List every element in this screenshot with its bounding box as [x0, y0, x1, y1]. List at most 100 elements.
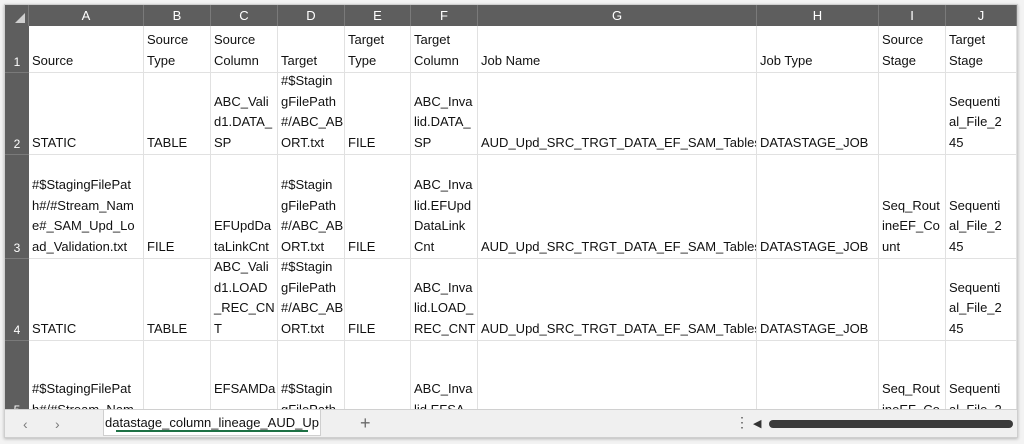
cell-text: FILE — [348, 237, 375, 258]
cell-c1[interactable]: Source Column — [211, 26, 278, 73]
cell-text: Seq_Rout ineEF_Co — [882, 379, 940, 409]
row-header-1[interactable]: 1 — [5, 26, 29, 73]
more-options-icon[interactable]: ⋮ — [735, 414, 749, 431]
sheet-tab-active[interactable]: datastage_column_lineage_AUD_Up — [103, 410, 321, 436]
cell-text: Target Column — [414, 30, 459, 71]
cell-h5[interactable] — [757, 341, 879, 409]
column-header-e[interactable]: E — [345, 5, 411, 26]
cell-line: 45 — [949, 238, 964, 254]
row-header-5[interactable]: 5 — [5, 341, 29, 409]
column-header-g[interactable]: G — [478, 5, 757, 26]
select-all-corner[interactable] — [5, 5, 29, 26]
cell-line: AUD_Upd_SRC_TRGT_DATA_EF_SAM_Tables — [481, 320, 757, 336]
column-header-h[interactable]: H — [757, 5, 879, 26]
scroll-left-icon[interactable]: ◀ — [753, 417, 761, 430]
cell-f1[interactable]: Target Column — [411, 26, 478, 73]
cell-a5[interactable]: #$StagingFilePath#/#Stream_Name#_SAM_Upd… — [29, 341, 144, 409]
cell-f2[interactable]: ABC_Inva lid.DATA_ SP — [411, 73, 478, 155]
cell-h1[interactable]: Job Type — [757, 26, 879, 73]
cell-g3[interactable]: AUD_Upd_SRC_TRGT_DATA_EF_SAM_Tables — [478, 155, 757, 259]
column-header-f[interactable]: F — [411, 5, 478, 26]
column-header-j[interactable]: J — [946, 5, 1017, 26]
row-header-2[interactable]: 2 — [5, 73, 29, 155]
cell-b3[interactable]: FILE — [144, 155, 211, 259]
cell-h2[interactable]: DATASTAGE_JOB — [757, 73, 879, 155]
cell-text: Source — [32, 51, 73, 72]
cell-line: FILE — [348, 134, 376, 150]
cell-d2[interactable]: #$Stagin gFilePath #/ABC_AB ORT.txt — [278, 73, 345, 155]
scrollbar-thumb[interactable] — [769, 420, 1013, 428]
cell-line: 45 — [949, 320, 964, 336]
cell-e2[interactable]: FILE — [345, 73, 411, 155]
cell-line: e#_SAM_Upd_Lo — [32, 218, 135, 233]
cell-text: FILE — [348, 133, 375, 154]
cell-j2[interactable]: Sequenti al_File_2 45 — [946, 73, 1017, 155]
select-all-icon — [15, 13, 25, 23]
cell-text: ABC_Inva lid.DATA_ SP — [414, 92, 473, 154]
cell-f4[interactable]: ABC_Inva lid.LOAD_ REC_CNT — [411, 259, 478, 341]
cell-d3[interactable]: #$Stagin gFilePath #/ABC_AB ORT.txt — [278, 155, 345, 259]
cell-a3[interactable]: #$StagingFilePat h#/#Stream_Nam e#_SAM_Upd… — [29, 155, 144, 259]
cell-e4[interactable]: FILE — [345, 259, 411, 341]
cell-j1[interactable]: Target Stage — [946, 26, 1017, 73]
cell-i1[interactable]: Source Stage — [879, 26, 946, 73]
cell-a2[interactable]: STATIC — [29, 73, 144, 155]
cell-c4[interactable]: ABC_Vali d1.LOAD _REC_CN T — [211, 259, 278, 341]
cell-text: ABC_Invalid.EFSAMDataLin — [414, 379, 473, 409]
cell-e1[interactable]: Target Type — [345, 26, 411, 73]
cell-g1[interactable]: Job Name — [478, 26, 757, 73]
cell-e3[interactable]: FILE — [345, 155, 411, 259]
cell-b4[interactable]: TABLE — [144, 259, 211, 341]
column-header-a[interactable]: A — [29, 5, 144, 26]
cell-i5[interactable]: Seq_Rout ineEF_Co — [879, 341, 946, 409]
row-header-4[interactable]: 4 — [5, 259, 29, 341]
cell-line: Seq_Rout — [882, 381, 940, 396]
cell-a4[interactable]: STATIC — [29, 259, 144, 341]
column-header-d[interactable]: D — [278, 5, 345, 26]
cell-g2[interactable]: AUD_Upd_SRC_TRGT_DATA_EF_SAM_Tables — [478, 73, 757, 155]
cell-line: Seq_Rout — [882, 197, 940, 213]
cell-f5[interactable]: ABC_Invalid.EFSAMDataLin — [411, 341, 478, 409]
cell-text: FILE — [348, 319, 375, 340]
cell-d4[interactable]: #$Stagin gFilePath #/ABC_AB ORT.txt — [278, 259, 345, 341]
cell-j4[interactable]: Sequenti al_File_2 45 — [946, 259, 1017, 341]
cell-line: ineEF_Co — [882, 218, 940, 233]
sheet-tab-label: datastage_column_lineage_AUD_Up — [105, 415, 319, 430]
cell-i3[interactable]: Seq_Rout ineEF_Co unt — [879, 155, 946, 259]
cell-line: _REC_CN — [214, 300, 275, 315]
cell-d1[interactable]: Target — [278, 26, 345, 73]
cell-text: AUD_Upd_SRC_TRGT_DATA_EF_SAM_Tables — [481, 319, 757, 340]
cell-j3[interactable]: Sequenti al_File_2 45 — [946, 155, 1017, 259]
cell-a1[interactable]: Source — [29, 26, 144, 73]
cell-h3[interactable]: DATASTAGE_JOB — [757, 155, 879, 259]
cell-text: Source Stage — [882, 30, 923, 71]
cell-line: gFilePath — [281, 197, 336, 213]
column-header-i[interactable]: I — [879, 5, 946, 26]
cell-line: 45 — [949, 134, 964, 150]
cell-b1[interactable]: Source Type — [144, 26, 211, 73]
cell-h4[interactable]: DATASTAGE_JOB — [757, 259, 879, 341]
cell-g4[interactable]: AUD_Upd_SRC_TRGT_DATA_EF_SAM_Tables — [478, 259, 757, 341]
add-sheet-button[interactable]: + — [360, 413, 371, 434]
cell-d5[interactable]: #$StagingFilePath#/ABC_AB — [278, 341, 345, 409]
column-header-c[interactable]: C — [211, 5, 278, 26]
cell-j5[interactable]: Sequenti al_File_2 — [946, 341, 1017, 409]
cell-c2[interactable]: ABC_Vali d1.DATA_ SP — [211, 73, 278, 155]
column-header-b[interactable]: B — [144, 5, 211, 26]
cell-line: ABC_Inva — [414, 177, 473, 192]
cell-g5[interactable] — [478, 341, 757, 409]
cell-b2[interactable]: TABLE — [144, 73, 211, 155]
cell-i4[interactable] — [879, 259, 946, 341]
cell-c3[interactable]: EFUpdDa taLinkCnt — [211, 155, 278, 259]
sheet-grid[interactable]: A B C D E F G H I J 1 Source Source Type Source Column T… — [5, 5, 1017, 409]
cell-f3[interactable]: ABC_Inva lid.EFUpd DataLink Cnt — [411, 155, 478, 259]
cell-line: gFilePath — [281, 401, 336, 410]
cell-c5[interactable]: EFSAMDa — [211, 341, 278, 409]
prev-sheet-icon[interactable]: ‹ — [23, 416, 28, 432]
horizontal-scrollbar[interactable]: ◀ — [753, 417, 1013, 431]
cell-b5[interactable] — [144, 341, 211, 409]
row-header-3[interactable]: 3 — [5, 155, 29, 259]
cell-e5[interactable] — [345, 341, 411, 409]
cell-i2[interactable] — [879, 73, 946, 155]
next-sheet-icon[interactable]: › — [55, 416, 60, 432]
